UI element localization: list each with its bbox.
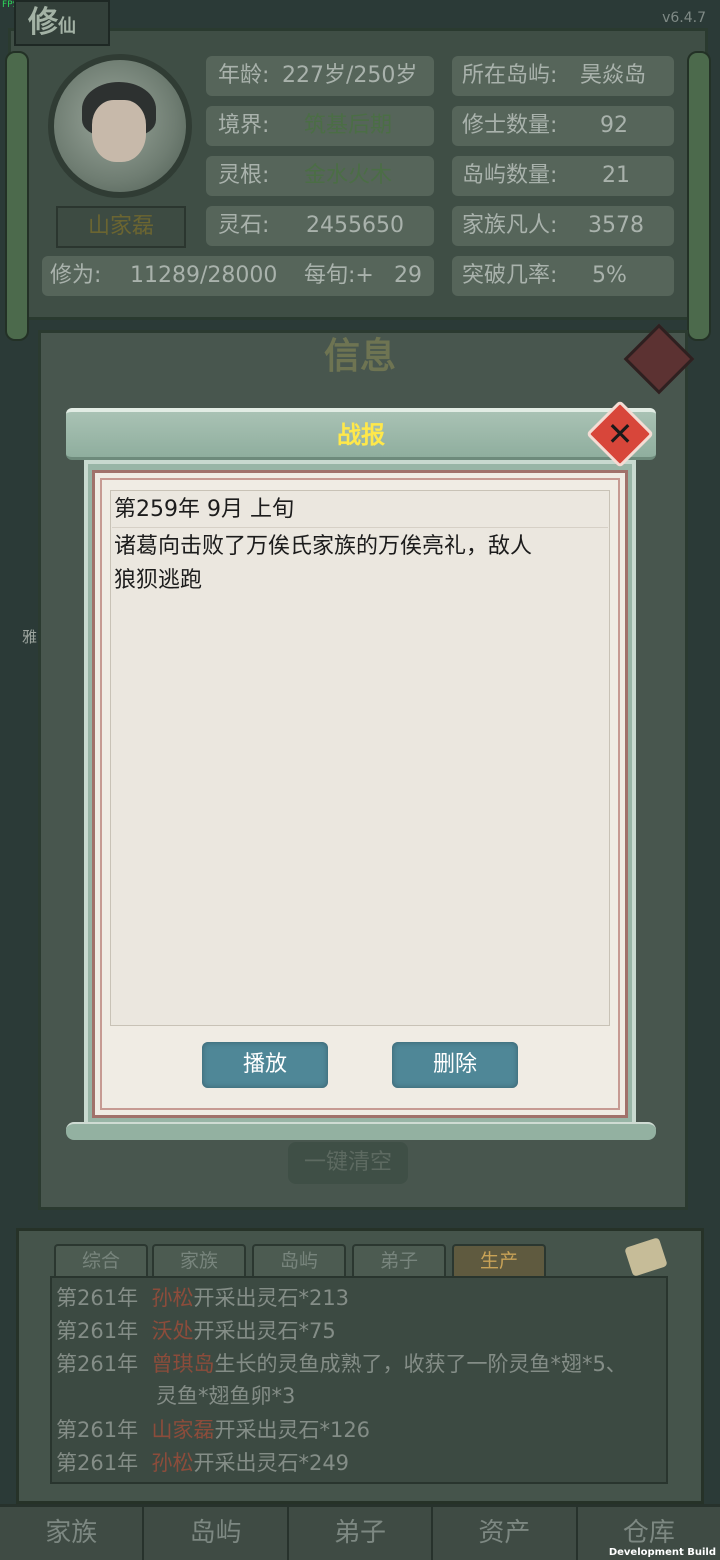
- log-row-continued: 灵鱼*翅鱼卵*3: [156, 1380, 295, 1412]
- log-row: 第261年 孙松开采出灵石*249: [56, 1447, 349, 1479]
- logo-sub: 仙: [58, 16, 76, 37]
- character-avatar[interactable]: [48, 54, 192, 198]
- log-year: 第261年: [56, 1451, 139, 1475]
- log-text: 开采出灵石*75: [193, 1319, 336, 1343]
- island-value: 昊焱岛: [580, 63, 647, 88]
- report-text-line: 诸葛向击败了万俟氏家族的万俟亮礼，敌人: [114, 534, 533, 559]
- log-year: 第261年: [56, 1286, 139, 1310]
- nav-islands[interactable]: 岛屿: [144, 1507, 289, 1560]
- log-text: 开采出灵石*249: [193, 1451, 350, 1475]
- log-tab-general[interactable]: 综合: [54, 1244, 148, 1276]
- stones-value: 2455650: [306, 213, 404, 238]
- report-text: 诸葛向击败了万俟氏家族的万俟亮礼，敌人 狼狈逃跑: [112, 530, 608, 598]
- side-label: 雅: [22, 628, 38, 646]
- log-year: 第261年: [56, 1319, 139, 1343]
- scroll-rod-left: [5, 51, 29, 341]
- log-tab-islands[interactable]: 岛屿: [252, 1244, 346, 1276]
- cultivators-label: 修士数量:: [462, 113, 558, 138]
- version-label: v6.4.7: [662, 10, 706, 26]
- log-tab-family[interactable]: 家族: [152, 1244, 246, 1276]
- age-label: 年龄:: [218, 63, 270, 88]
- close-icon: ✕: [606, 415, 634, 453]
- dialog-bottom-rod: [66, 1122, 656, 1140]
- log-actor: 孙松: [151, 1286, 194, 1310]
- cultivation-value: 11289/28000: [130, 263, 278, 288]
- root-label: 灵根:: [218, 163, 270, 188]
- log-actor: 曾琪岛: [151, 1352, 215, 1376]
- breakthrough-label: 突破几率:: [462, 263, 558, 288]
- dialog-title: 战报: [337, 421, 385, 449]
- dev-build-label: Development Build: [608, 1547, 716, 1558]
- island-label: 所在岛屿:: [462, 63, 558, 88]
- log-text: 开采出灵石*213: [193, 1286, 350, 1310]
- log-row: 第261年 曾琪岛生长的灵鱼成熟了，收获了一阶灵鱼*翅*5、: [56, 1348, 627, 1380]
- report-text-line: 狼狈逃跑: [114, 568, 203, 593]
- breakthrough-value: 5%: [592, 263, 627, 288]
- log-year: 第261年: [56, 1418, 139, 1442]
- log-year: 第261年: [56, 1352, 139, 1376]
- log-actor: 孙松: [151, 1451, 194, 1475]
- info-title: 信息: [323, 336, 396, 377]
- islands-value: 21: [602, 163, 630, 188]
- scroll-rod-right: [687, 51, 711, 341]
- islands-label: 岛屿数量:: [462, 163, 558, 188]
- cultivators-value: 92: [600, 113, 628, 138]
- log-tab-disciples[interactable]: 弟子: [352, 1244, 446, 1276]
- per-period-label: 每旬:+: [304, 263, 374, 288]
- nav-family[interactable]: 家族: [0, 1507, 145, 1560]
- cultivation-label: 修为:: [50, 263, 102, 288]
- log-actor: 沃处: [151, 1319, 194, 1343]
- realm-label: 境界:: [218, 113, 270, 138]
- log-row: 第261年 山家磊开采出灵石*126: [56, 1414, 370, 1446]
- log-tab-production[interactable]: 生产: [452, 1244, 546, 1276]
- realm-value: 筑基后期: [304, 113, 393, 138]
- log-row: 第261年 沃处开采出灵石*75: [56, 1315, 336, 1347]
- character-name[interactable]: 山家磊: [56, 206, 186, 248]
- log-text: 生长的灵鱼成熟了，收获了一阶灵鱼*翅*5、: [214, 1352, 627, 1376]
- log-actor: 山家磊: [151, 1418, 215, 1442]
- log-text: 开采出灵石*126: [214, 1418, 371, 1442]
- per-period-value: 29: [394, 263, 422, 288]
- clear-all-button[interactable]: 一键清空: [288, 1142, 408, 1184]
- root-value: 金水火木: [304, 163, 393, 188]
- log-text: 灵鱼*翅鱼卵*3: [156, 1384, 296, 1408]
- nav-assets[interactable]: 资产: [433, 1507, 578, 1560]
- mortals-value: 3578: [588, 213, 644, 238]
- mortals-label: 家族凡人:: [462, 213, 558, 238]
- logo-main: 修: [28, 5, 58, 40]
- nav-disciples[interactable]: 弟子: [289, 1507, 434, 1560]
- play-button[interactable]: 播放: [202, 1042, 328, 1088]
- avatar-face: [92, 100, 146, 162]
- delete-button[interactable]: 删除: [392, 1042, 518, 1088]
- game-logo: 修仙: [14, 0, 110, 46]
- log-row: 第261年 孙松开采出灵石*213: [56, 1282, 349, 1314]
- stones-label: 灵石:: [218, 213, 270, 238]
- age-value: 227岁/250岁: [282, 63, 418, 88]
- report-date[interactable]: 第259年 9月 上旬: [112, 492, 608, 528]
